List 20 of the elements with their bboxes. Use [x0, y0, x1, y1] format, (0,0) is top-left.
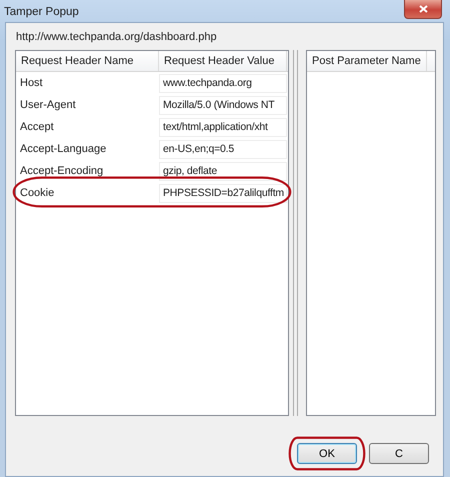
column-header[interactable]: Request Header Name [16, 51, 159, 71]
header-name-cell-text: Accept-Language [19, 143, 108, 155]
page-url: http://www.techpanda.org/dashboard.php [16, 31, 218, 45]
header-name-cell-text: User-Agent [19, 99, 77, 111]
header-name-cell-text: Accept [19, 121, 55, 133]
header-value-field[interactable]: gzip, deflate [159, 162, 287, 180]
header-value-field[interactable]: Mozilla/5.0 (Windows NT [159, 96, 287, 114]
header-value-field[interactable]: en-US,en;q=0.5 [159, 140, 287, 158]
header-name-cell-text: Cookie [19, 187, 56, 199]
header-value-field[interactable]: text/html,application/xht [159, 118, 287, 136]
header-value-field[interactable]: www.techpanda.org [159, 74, 287, 92]
dialog-button[interactable]: C [369, 443, 429, 464]
close-button[interactable] [404, 0, 442, 19]
close-icon [418, 5, 428, 13]
column-header[interactable]: Request Header Value [159, 51, 287, 71]
dialog-button[interactable]: OK [297, 443, 357, 464]
header-name-cell-text: Accept-Encoding [19, 165, 104, 177]
header-value-field[interactable]: PHPSESSID=b27alilqufftm [159, 184, 287, 202]
window-title: Tamper Popup [4, 5, 80, 18]
header-name-cell-text: Host [19, 77, 44, 89]
